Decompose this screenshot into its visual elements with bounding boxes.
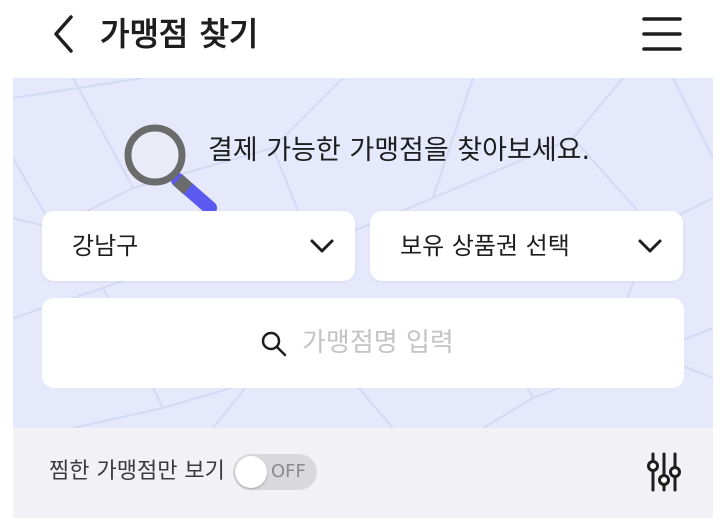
search-icon: [261, 331, 287, 357]
back-button[interactable]: [44, 12, 84, 56]
chevron-down-icon: [638, 239, 662, 253]
favorites-only-label: 찜한 가맹점만 보기: [49, 459, 225, 484]
hamburger-menu-icon: [642, 17, 682, 51]
search-hero-panel: 결제 가능한 가맹점을 찾아보세요. 강남구 보유 상품권 선택: [13, 78, 713, 428]
filter-settings-button[interactable]: [647, 450, 681, 494]
app-header: 가맹점 찾기: [0, 0, 725, 72]
page-title: 가맹점 찾기: [100, 15, 259, 53]
chevron-down-icon: [310, 239, 334, 253]
toggle-state-text: OFF: [271, 461, 306, 482]
voucher-select[interactable]: 보유 상품권 선택: [370, 211, 683, 281]
hero-message: 결제 가능한 가맹점을 찾아보세요.: [208, 135, 591, 166]
store-search-box[interactable]: [42, 298, 684, 388]
sliders-icon: [647, 452, 681, 492]
menu-button[interactable]: [638, 12, 686, 56]
toggle-knob: [235, 456, 267, 488]
store-search-input[interactable]: [302, 322, 602, 364]
bottom-bar: 찜한 가맹점만 보기 OFF: [13, 428, 713, 518]
voucher-select-value: 보유 상품권 선택: [400, 232, 570, 260]
chevron-left-icon: [54, 15, 73, 53]
favorites-only-toggle[interactable]: OFF: [233, 454, 317, 490]
district-select[interactable]: 강남구: [42, 211, 355, 281]
district-select-value: 강남구: [72, 232, 139, 260]
